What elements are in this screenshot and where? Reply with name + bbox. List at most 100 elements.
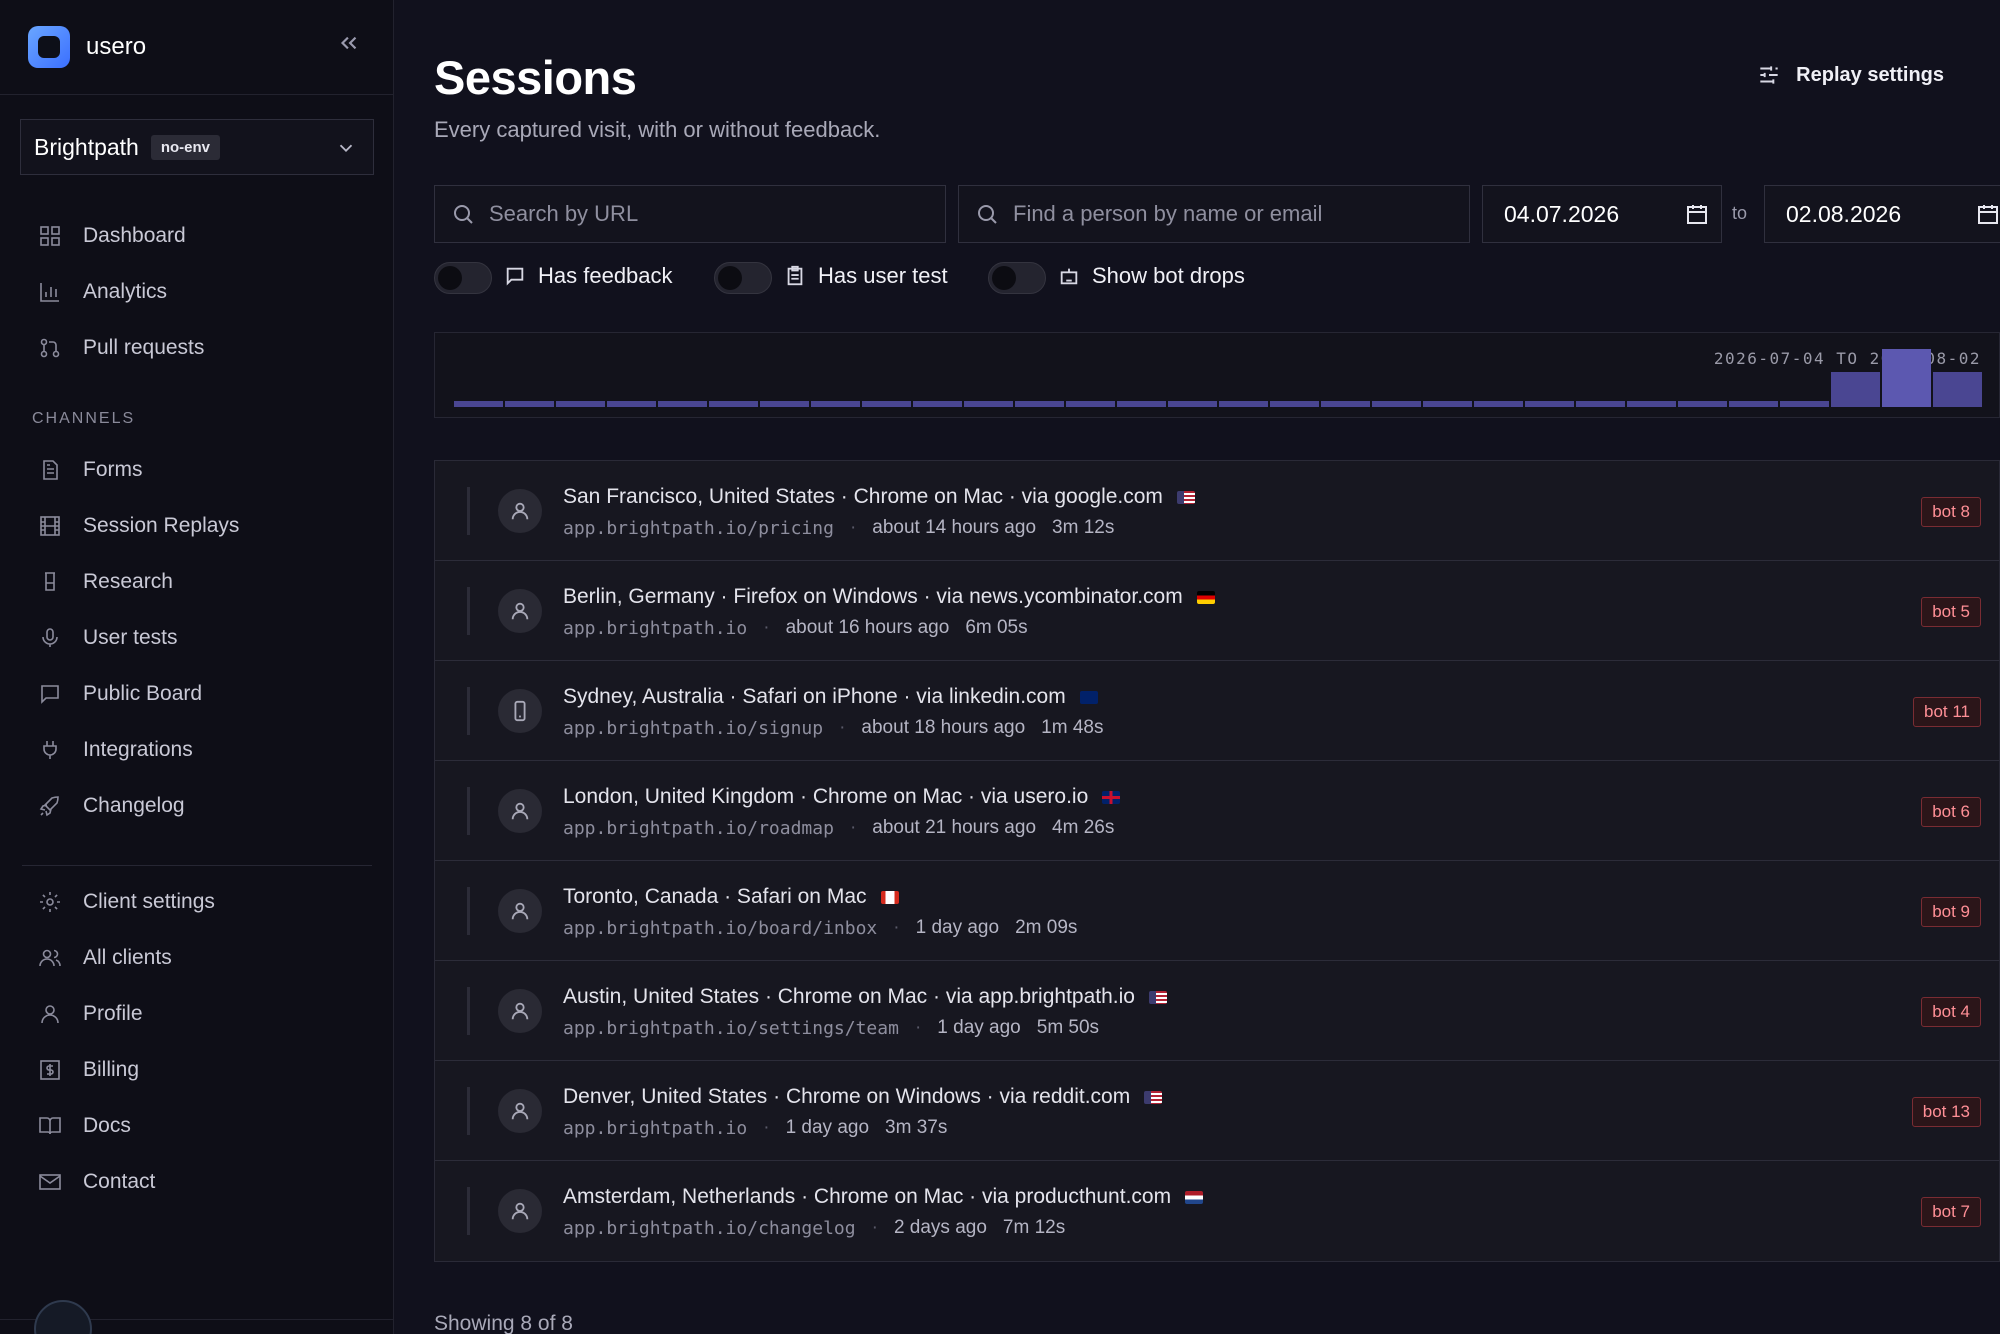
sidebar-item-research[interactable]: Research <box>38 564 173 600</box>
sidebar-item-all-clients[interactable]: All clients <box>38 940 172 976</box>
user-icon <box>511 802 529 820</box>
show-bot-drops-toggle[interactable] <box>988 262 1046 294</box>
show-bot-drops-label[interactable]: Show bot drops <box>1058 263 1245 289</box>
sidebar: usero Brightpath no-env Dashboard Analyt… <box>0 0 394 1334</box>
histogram-bar <box>1117 401 1166 407</box>
person-search-input[interactable] <box>1013 201 1469 227</box>
sidebar-item-user-tests[interactable]: User tests <box>38 620 178 656</box>
book-icon <box>39 1117 61 1135</box>
calendar-icon[interactable] <box>1685 202 1709 226</box>
message-icon <box>506 267 524 286</box>
has-feedback-label[interactable]: Has feedback <box>504 263 673 289</box>
histogram-bar <box>913 401 962 407</box>
workspace-selector[interactable]: Brightpath no-env <box>20 119 374 175</box>
histogram-bar <box>760 401 809 407</box>
session-url: app.brightpath.io/signup <box>563 717 824 739</box>
histogram-bar <box>1525 401 1574 407</box>
sidebar-item-public-board[interactable]: Public Board <box>38 676 202 712</box>
session-row[interactable]: Berlin, Germany · Firefox on Windows · v… <box>435 561 1999 661</box>
bot-badge: bot 8 <box>1921 497 1981 527</box>
session-meta: app.brightpath.io/board/inbox · 1 day ag… <box>563 917 1077 939</box>
session-meta: app.brightpath.io · about 16 hours ago 6… <box>563 617 1028 639</box>
replay-settings-button[interactable]: Replay settings <box>1756 62 1944 88</box>
session-meta: app.brightpath.io/signup · about 18 hour… <box>563 717 1103 739</box>
user-avatar[interactable] <box>34 1300 92 1334</box>
meta-separator: · <box>871 1217 878 1238</box>
session-row[interactable]: Toronto, Canada · Safari on Mac app.brig… <box>435 861 1999 961</box>
session-time: 1 day ago <box>915 917 1000 938</box>
country-flag-icon <box>1102 790 1121 804</box>
person-search-field[interactable] <box>958 185 1470 243</box>
session-avatar <box>498 689 542 733</box>
rocket-icon <box>39 796 59 817</box>
session-row[interactable]: London, United Kingdom · Chrome on Mac ·… <box>435 761 1999 861</box>
session-url: app.brightpath.io/settings/team <box>563 1017 899 1039</box>
brand[interactable]: usero <box>28 26 146 68</box>
sidebar-item-contact[interactable]: Contact <box>38 1164 155 1200</box>
app-name: usero <box>86 33 147 60</box>
date-to-value: 02.08.2026 <box>1786 200 1902 227</box>
sidebar-item-label: Session Replays <box>83 514 240 537</box>
sidebar-item-pull-requests[interactable]: Pull requests <box>38 330 204 366</box>
url-search-input[interactable] <box>489 201 945 227</box>
session-row[interactable]: San Francisco, United States · Chrome on… <box>435 461 1999 561</box>
collapse-sidebar-icon[interactable] <box>336 30 362 56</box>
page-title: Sessions <box>434 51 637 104</box>
session-meta: app.brightpath.io/roadmap · about 21 hou… <box>563 817 1114 839</box>
sidebar-item-forms[interactable]: Forms <box>38 452 143 488</box>
chevron-down-icon <box>339 144 353 153</box>
session-row[interactable]: Sydney, Australia · Safari on iPhone · v… <box>435 661 1999 761</box>
session-row[interactable]: Austin, United States · Chrome on Mac · … <box>435 961 1999 1061</box>
country-flag-icon <box>1176 490 1195 504</box>
bot-badge: bot 11 <box>1912 697 1981 727</box>
meta-separator: · <box>849 517 857 538</box>
calendar-icon[interactable] <box>1976 202 2000 226</box>
session-row[interactable]: Amsterdam, Netherlands · Chrome on Mac ·… <box>435 1161 1999 1261</box>
sidebar-item-dashboard[interactable]: Dashboard <box>38 218 186 254</box>
users-icon <box>39 949 61 967</box>
sidebar-item-billing[interactable]: Billing <box>38 1052 139 1088</box>
toggle-label-text: Has feedback <box>538 263 673 288</box>
bot-icon <box>1060 268 1078 285</box>
message-square-icon <box>41 685 59 704</box>
session-title-text: Sydney, Australia · Safari on iPhone · v… <box>563 685 1066 708</box>
document-icon <box>43 460 58 480</box>
sidebar-item-docs[interactable]: Docs <box>38 1108 131 1144</box>
toggle-label-text: Has user test <box>818 263 948 288</box>
sidebar-item-changelog[interactable]: Changelog <box>38 788 185 824</box>
sidebar-item-integrations[interactable]: Integrations <box>38 732 193 768</box>
session-time: 1 day ago <box>937 1017 1021 1038</box>
sidebar-item-analytics[interactable]: Analytics <box>38 274 167 310</box>
sidebar-item-label: Dashboard <box>83 224 186 247</box>
date-from-field[interactable]: 04.07.2026 <box>1482 185 1722 243</box>
sidebar-divider <box>22 865 372 866</box>
histogram-bar <box>1168 401 1217 407</box>
has-user-test-label[interactable]: Has user test <box>784 263 948 289</box>
session-duration: 3m 37s <box>885 1117 948 1138</box>
sidebar-item-session-replays[interactable]: Session Replays <box>38 508 239 544</box>
session-url: app.brightpath.io/changelog <box>563 1217 856 1239</box>
session-time: 1 day ago <box>785 1117 870 1138</box>
url-search-field[interactable] <box>434 185 946 243</box>
histogram-bar <box>1576 401 1625 407</box>
session-title: Toronto, Canada · Safari on Mac <box>563 885 899 909</box>
channels-section-label: CHANNELS <box>32 410 136 427</box>
sidebar-item-label: Docs <box>83 1114 131 1137</box>
has-feedback-toggle[interactable] <box>434 262 492 294</box>
session-avatar <box>498 589 542 633</box>
date-to-field[interactable]: 02.08.2026 <box>1764 185 2000 243</box>
session-row[interactable]: Denver, United States · Chrome on Window… <box>435 1061 1999 1161</box>
page-subtitle: Every captured visit, with or without fe… <box>434 117 881 142</box>
sidebar-item-profile[interactable]: Profile <box>38 996 143 1032</box>
sidebar-item-label: User tests <box>83 626 178 649</box>
session-rail <box>467 1187 470 1235</box>
sidebar-item-client-settings[interactable]: Client settings <box>38 884 215 920</box>
user-icon <box>511 902 529 920</box>
histogram-bar <box>658 401 707 407</box>
has-user-test-toggle[interactable] <box>714 262 772 294</box>
histogram-bar <box>811 401 860 407</box>
sidebar-item-label: Public Board <box>83 682 203 705</box>
user-icon <box>511 602 529 620</box>
histogram-bar <box>1423 401 1472 407</box>
env-badge: no-env <box>150 134 221 160</box>
